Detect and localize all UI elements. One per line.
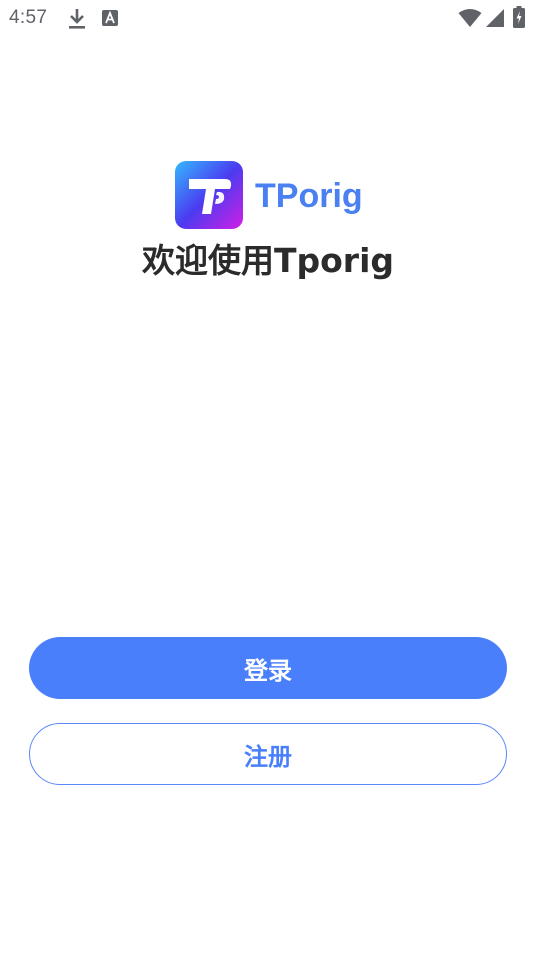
battery-charging-icon <box>513 6 525 28</box>
status-time: 4:57 <box>9 7 48 28</box>
download-icon <box>69 9 85 29</box>
register-button-label: 注册 <box>244 742 292 771</box>
login-button[interactable]: 登录 <box>29 637 507 699</box>
a-notification-icon <box>102 10 118 26</box>
welcome-title: 欢迎使用Tporig <box>141 241 394 280</box>
logo-icon <box>175 161 243 229</box>
login-button-label: 登录 <box>244 656 292 685</box>
brand-name: TPorig <box>255 177 363 215</box>
register-button[interactable]: 注册 <box>29 723 507 785</box>
signal-icon <box>486 9 504 27</box>
app-logo <box>175 161 243 229</box>
status-bar: 4:57 <box>0 0 536 36</box>
wifi-icon <box>458 9 482 27</box>
